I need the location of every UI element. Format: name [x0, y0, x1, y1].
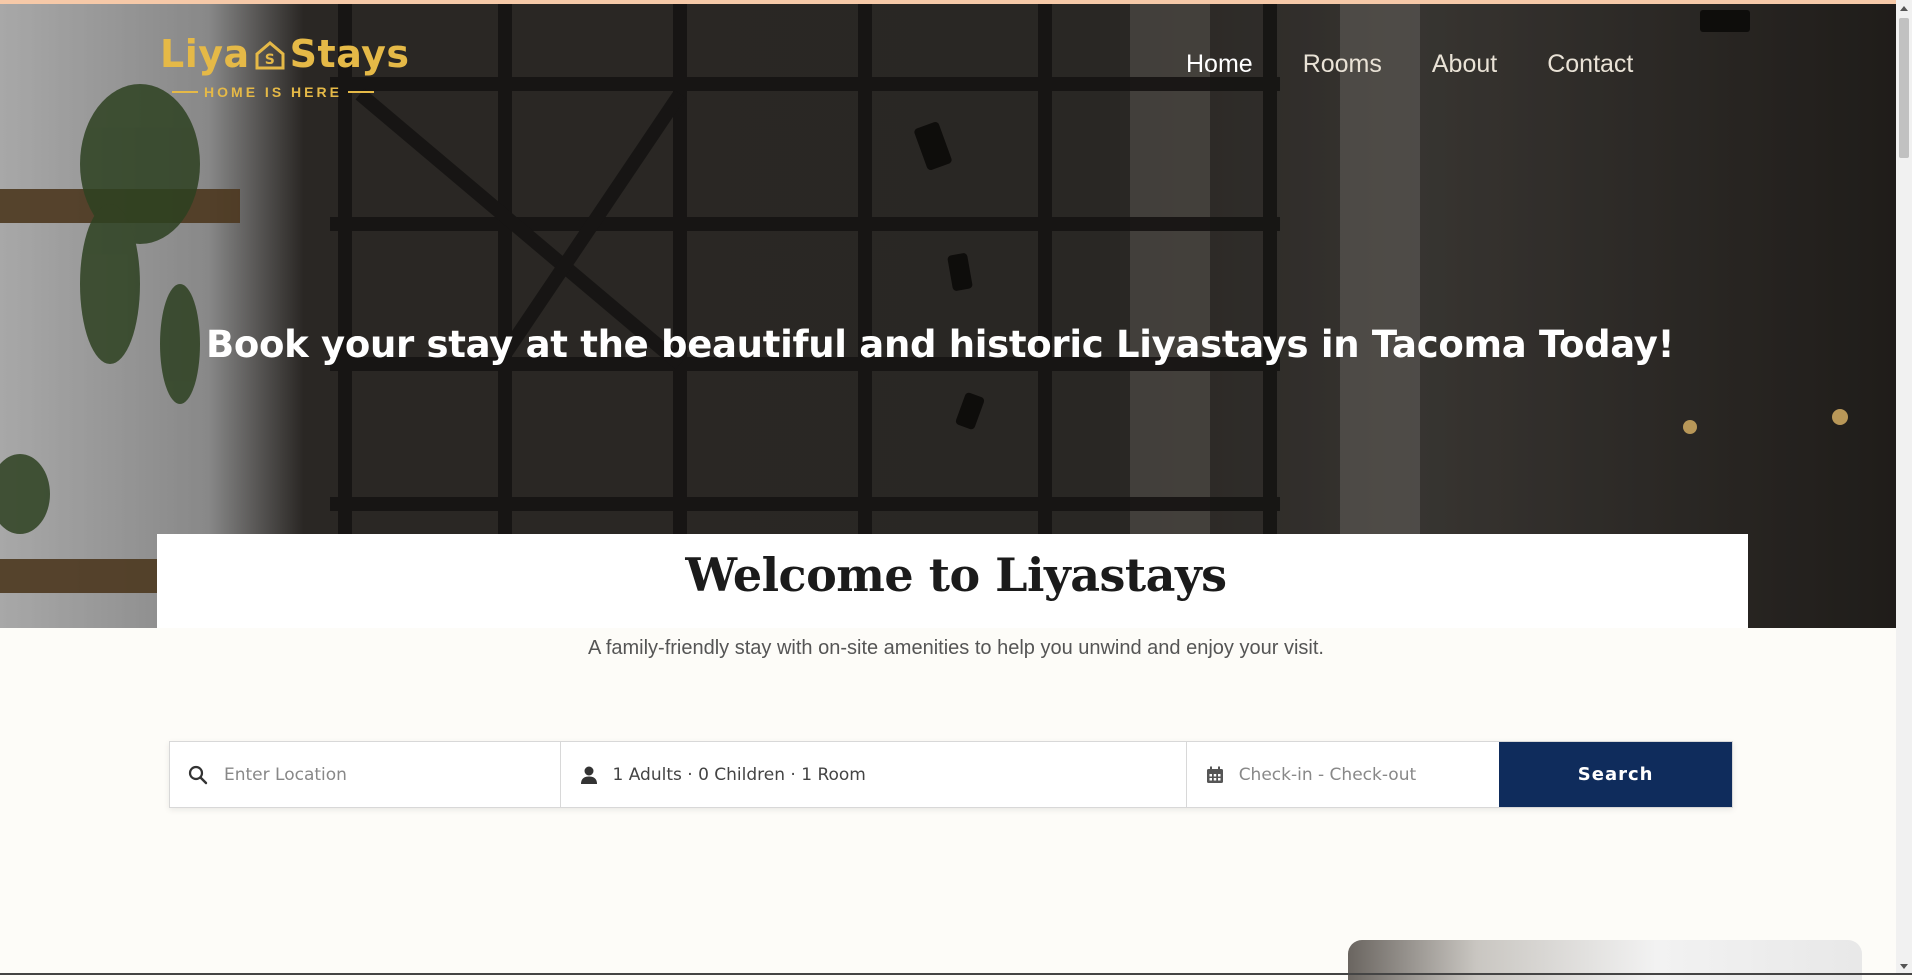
svg-text:S: S	[264, 52, 275, 68]
welcome-subtitle: A family-friendly stay with on-site amen…	[588, 637, 1324, 659]
nav-rooms[interactable]: Rooms	[1303, 50, 1382, 79]
booking-search-bar: 1 Adults · 0 Children · 1 Room Check-in …	[169, 741, 1733, 808]
hero-heading: Book your stay at the beautiful and hist…	[206, 322, 1675, 366]
main-nav: Home Rooms About Contact	[1186, 50, 1683, 79]
logo-tagline: HOME IS HERE	[162, 84, 384, 100]
search-icon	[188, 765, 208, 784]
welcome-title: Welcome to Liyastays	[685, 548, 1227, 602]
nav-contact[interactable]: Contact	[1547, 50, 1633, 79]
location-input[interactable]	[222, 763, 526, 786]
logo-name-left: Liya	[160, 32, 250, 76]
nav-home[interactable]: Home	[1186, 50, 1253, 79]
dates-placeholder: Check-in - Check-out	[1238, 764, 1417, 785]
dates-field[interactable]: Check-in - Check-out	[1187, 742, 1500, 807]
house-logo-icon: S	[255, 41, 285, 70]
search-button[interactable]: Search	[1499, 742, 1732, 807]
calendar-icon	[1206, 766, 1223, 783]
nav-about[interactable]: About	[1432, 50, 1497, 79]
site-logo[interactable]: Liya S Stays HOME IS HERE	[160, 32, 409, 102]
scroll-down-arrow-icon[interactable]	[1900, 964, 1908, 969]
scroll-thumb[interactable]	[1899, 18, 1909, 158]
page-scrollbar[interactable]	[1896, 0, 1912, 975]
logo-name-right: Stays	[289, 32, 410, 76]
guests-field[interactable]: 1 Adults · 0 Children · 1 Room	[561, 742, 1187, 807]
logo-wordmark: Liya S Stays	[160, 32, 410, 76]
scroll-up-arrow-icon[interactable]	[1900, 6, 1908, 11]
location-field[interactable]	[170, 742, 561, 807]
user-icon	[580, 766, 597, 784]
guests-summary: 1 Adults · 0 Children · 1 Room	[612, 764, 866, 785]
